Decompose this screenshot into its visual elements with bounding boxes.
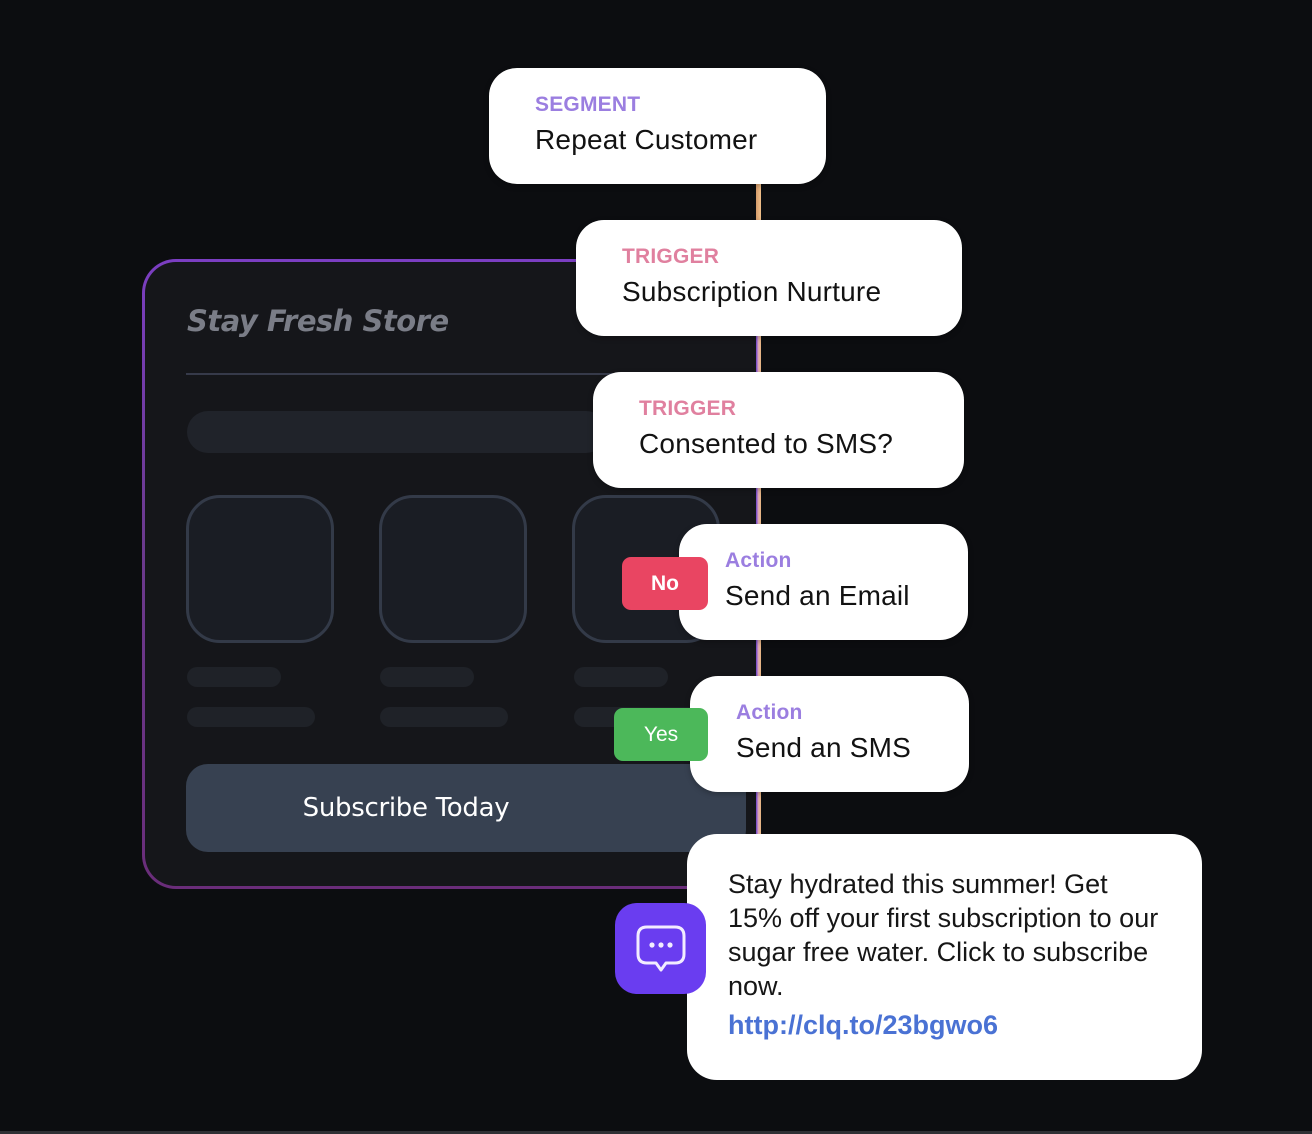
- product-title-skeleton: [380, 667, 474, 687]
- sms-message-link[interactable]: http://clq.to/23bgwo6: [728, 1010, 998, 1041]
- node-type-label: Action: [736, 701, 803, 724]
- node-title: Repeat Customer: [535, 124, 758, 155]
- product-title-skeleton: [574, 667, 668, 687]
- node-type-label: SEGMENT: [535, 93, 641, 116]
- product-title-skeleton: [187, 667, 281, 687]
- node-type-label: TRIGGER: [622, 245, 720, 268]
- node-title: Send an SMS: [736, 732, 911, 763]
- product-price-skeleton: [380, 707, 508, 727]
- product-card-placeholder: [379, 495, 527, 643]
- node-type-label: Action: [725, 549, 792, 572]
- product-card-placeholder: [186, 495, 334, 643]
- trigger-node-subscription-nurture[interactable]: TRIGGER Subscription Nurture: [576, 220, 962, 336]
- node-type-label: TRIGGER: [639, 397, 737, 420]
- node-title: Send an Email: [725, 580, 910, 611]
- store-name: Stay Fresh Store: [187, 304, 449, 338]
- segment-node[interactable]: SEGMENT Repeat Customer: [489, 68, 826, 184]
- sms-message-preview: Stay hydrated this summer! Get 15% off y…: [687, 834, 1202, 1080]
- node-title: Subscription Nurture: [622, 276, 882, 307]
- trigger-node-consented-sms[interactable]: TRIGGER Consented to SMS?: [593, 372, 964, 488]
- product-price-skeleton: [187, 707, 315, 727]
- branch-yes-badge[interactable]: Yes: [614, 708, 708, 761]
- node-title: Consented to SMS?: [639, 428, 893, 459]
- branch-no-badge[interactable]: No: [622, 557, 708, 610]
- chat-bubble-icon: [615, 903, 706, 994]
- action-node-send-email[interactable]: Action Send an Email: [679, 524, 968, 640]
- sms-message-text: Stay hydrated this summer! Get 15% off y…: [728, 869, 1159, 1001]
- action-node-send-sms[interactable]: Action Send an SMS: [690, 676, 969, 792]
- chat-bubble-glyph: [636, 925, 685, 971]
- store-search-placeholder: [187, 411, 607, 453]
- subscribe-today-button[interactable]: Subscribe Today: [186, 764, 746, 852]
